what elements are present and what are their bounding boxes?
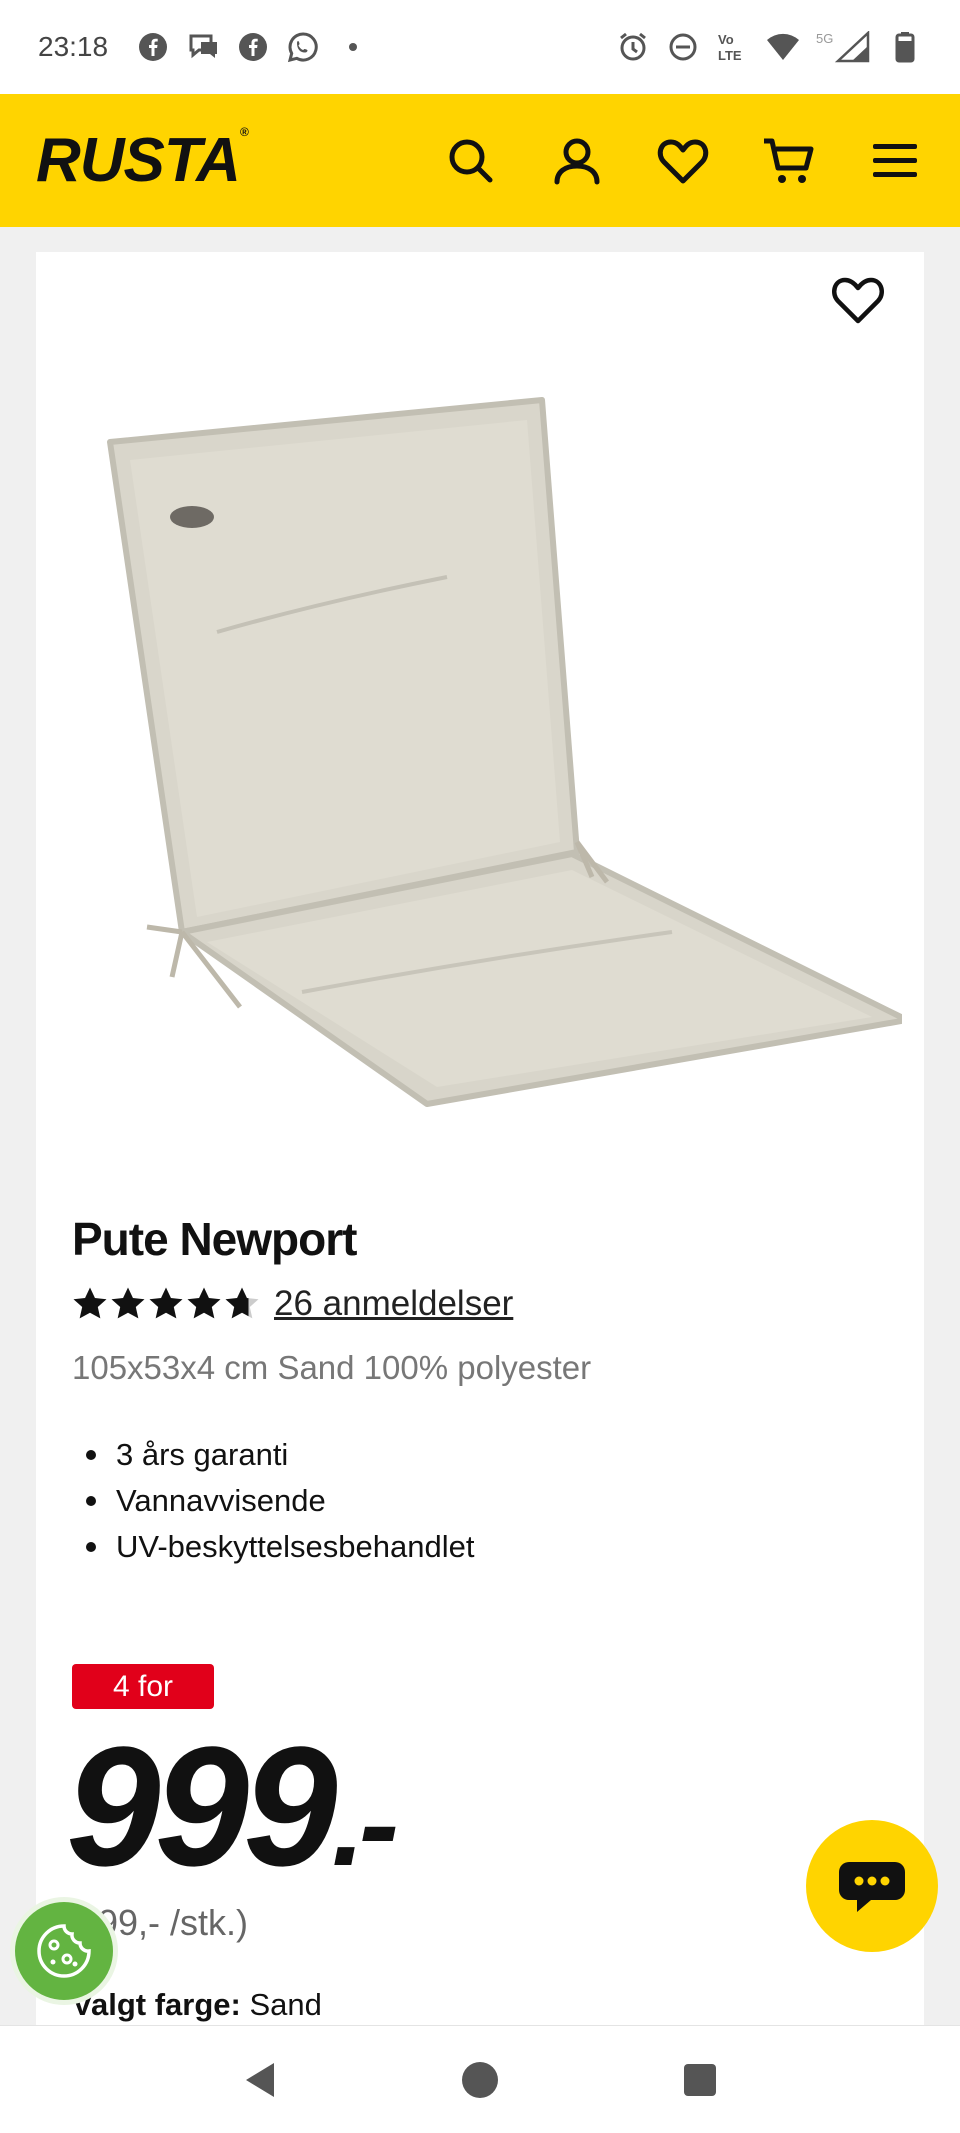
cart-icon[interactable] — [760, 132, 818, 190]
feature-item: UV-beskyttelsesbehandlet — [72, 1524, 474, 1570]
search-icon[interactable] — [442, 132, 500, 190]
feature-list: 3 års garanti Vannavvisende UV-beskyttel… — [72, 1432, 474, 1570]
battery-icon — [888, 30, 922, 64]
cookie-icon — [37, 1924, 91, 1978]
site-header: RUSTA® — [0, 94, 960, 227]
facebook-icon — [236, 30, 270, 64]
volte-icon: Vo LTE — [716, 30, 750, 64]
svg-text:LTE: LTE — [718, 48, 742, 63]
star-icon — [149, 1287, 183, 1319]
facebook-icon — [136, 30, 170, 64]
recents-icon[interactable] — [675, 2055, 725, 2105]
dnd-icon — [666, 30, 700, 64]
star-half-icon — [225, 1287, 259, 1319]
status-bar-right: Vo LTE 5G — [616, 30, 922, 64]
account-icon[interactable] — [548, 132, 606, 190]
chat-icon — [839, 1862, 905, 1912]
rating-stars — [72, 1286, 260, 1322]
status-bar: 23:18 Vo LTE 5G — [0, 0, 960, 94]
star-icon — [187, 1287, 221, 1319]
status-time: 23:18 — [38, 31, 109, 62]
network-label: 5G — [816, 31, 833, 46]
price-suffix: .- — [331, 1757, 399, 1891]
wifi-icon — [766, 30, 800, 64]
whatsapp-icon — [286, 30, 320, 64]
chosen-color-value: Sand — [249, 1987, 322, 2022]
price: 999.- — [66, 1722, 399, 1892]
product-card: Pute Newport 26 anmeldelser 105x53x4 cm … — [36, 252, 924, 2033]
price-value: 999 — [66, 1712, 338, 1902]
home-icon[interactable] — [455, 2055, 505, 2105]
add-to-favorites-icon[interactable] — [830, 274, 886, 326]
product-title: Pute Newport — [72, 1213, 357, 1265]
rusta-logo[interactable]: RUSTA® — [36, 125, 249, 196]
system-nav-bar — [0, 2025, 960, 2133]
chat-button[interactable] — [806, 1820, 938, 1952]
dot-icon — [336, 30, 370, 64]
cookie-settings-button[interactable] — [10, 1897, 118, 2005]
menu-icon[interactable] — [866, 132, 924, 190]
product-spec: 105x53x4 cm Sand 100% polyester — [72, 1349, 592, 1386]
alarm-icon — [616, 30, 650, 64]
offer-badge: 4 for — [72, 1664, 214, 1709]
per-unit-price: 99,- /stk.) — [98, 1902, 249, 1943]
rating-row: 26 anmeldelser — [72, 1284, 513, 1324]
star-icon — [111, 1287, 145, 1319]
header-actions — [442, 132, 924, 190]
feature-item: 3 års garanti — [72, 1432, 474, 1478]
reviews-link[interactable]: 26 anmeldelser — [274, 1284, 513, 1324]
chosen-color: Valgt farge: Sand — [72, 1987, 322, 2023]
svg-text:Vo: Vo — [718, 32, 734, 47]
back-icon[interactable] — [235, 2055, 285, 2105]
status-bar-left: 23:18 — [38, 30, 370, 64]
feature-item: Vannavvisende — [72, 1478, 474, 1524]
favorites-icon[interactable] — [654, 132, 712, 190]
messenger-icon — [186, 30, 220, 64]
signal-5g-icon: 5G — [816, 30, 872, 64]
chair-cushion-image — [107, 397, 910, 1107]
star-icon — [73, 1287, 107, 1319]
